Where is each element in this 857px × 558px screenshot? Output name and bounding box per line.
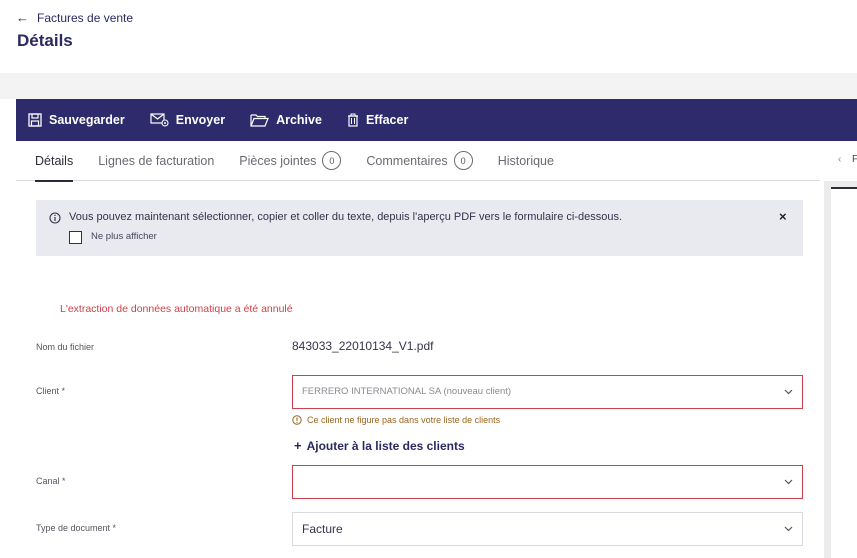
client-label: Client *: [36, 386, 66, 396]
add-to-client-list-button[interactable]: + Ajouter à la liste des clients: [294, 438, 465, 453]
filename-label: Nom du fichier: [36, 342, 95, 352]
save-button[interactable]: Sauvegarder: [28, 113, 125, 127]
tab-label: Pièces jointes: [239, 153, 317, 168]
tab-details[interactable]: Détails: [35, 141, 74, 182]
client-select[interactable]: FERRERO INTERNATIONAL SA (nouveau client…: [292, 375, 803, 409]
tab-history[interactable]: Historique: [498, 141, 554, 181]
document-type-select[interactable]: Facture: [292, 512, 803, 546]
canal-label: Canal *: [36, 476, 66, 486]
canal-select[interactable]: [292, 465, 803, 499]
archive-button[interactable]: Archive: [250, 113, 322, 127]
tab-invoice-lines[interactable]: Lignes de facturation: [98, 141, 214, 181]
warning-icon: [292, 415, 302, 425]
attachments-count-badge: 0: [322, 151, 342, 170]
chevron-down-icon: [784, 526, 793, 532]
tab-attachments[interactable]: Pièces jointes 0: [239, 141, 342, 181]
dont-show-again-checkbox[interactable]: [69, 231, 82, 244]
client-warning-text: Ce client ne figure pas dans votre liste…: [307, 415, 501, 425]
folder-icon: [250, 114, 269, 127]
back-link-label: Factures de vente: [37, 10, 134, 25]
delete-button-label: Effacer: [365, 113, 409, 127]
archive-button-label: Archive: [276, 113, 322, 127]
tab-label: Commentaires: [366, 153, 448, 168]
tab-label: Historique: [497, 153, 554, 168]
back-link[interactable]: ← Factures de vente: [16, 10, 133, 25]
chevron-left-icon[interactable]: ‹: [838, 154, 841, 165]
send-button[interactable]: Envoyer: [150, 113, 225, 127]
save-button-label: Sauvegarder: [49, 113, 125, 127]
delete-button[interactable]: Effacer: [347, 113, 408, 127]
tab-label: Détails: [35, 153, 74, 168]
document-type-value: Facture: [302, 522, 343, 536]
tab-bar: Détails Lignes de facturation Pièces joi…: [16, 141, 820, 182]
page-title: Détails: [17, 31, 73, 50]
info-banner: Vous pouvez maintenant sélectionner, cop…: [36, 200, 803, 256]
tab-label: Lignes de facturation: [98, 153, 215, 168]
action-toolbar: Sauvegarder Envoyer Archive Effacer: [16, 99, 857, 141]
page-header: ← Factures de vente Détails: [0, 0, 857, 73]
client-warning: Ce client ne figure pas dans votre liste…: [292, 415, 500, 425]
trash-icon: [347, 113, 358, 127]
pdf-preview-page: [831, 187, 857, 558]
header-separator: [0, 73, 857, 99]
pdf-preview-panel: [824, 181, 857, 558]
info-icon: [49, 212, 61, 224]
close-icon[interactable]: ×: [779, 209, 787, 224]
plus-icon: +: [294, 438, 302, 453]
comments-count-badge: 0: [453, 151, 473, 170]
chevron-down-icon: [784, 389, 793, 395]
chevron-down-icon: [784, 479, 793, 485]
send-mail-icon: [150, 113, 169, 127]
filename-value: 843033_22010134_V1.pdf: [292, 339, 434, 353]
extraction-error-message: L'extraction de données automatique a ét…: [60, 303, 293, 315]
add-client-label: Ajouter à la liste des clients: [306, 438, 465, 453]
arrow-left-icon: ←: [16, 10, 29, 25]
send-button-label: Envoyer: [175, 113, 226, 127]
side-panel-tab[interactable]: F: [852, 154, 857, 165]
info-banner-text: Vous pouvez maintenant sélectionner, cop…: [69, 211, 622, 223]
document-type-label: Type de document *: [36, 523, 117, 533]
tab-comments[interactable]: Commentaires 0: [366, 141, 473, 181]
save-icon: [28, 113, 42, 127]
dont-show-again-label: Ne plus afficher: [91, 231, 157, 242]
client-select-value: FERRERO INTERNATIONAL SA (nouveau client…: [302, 386, 512, 397]
